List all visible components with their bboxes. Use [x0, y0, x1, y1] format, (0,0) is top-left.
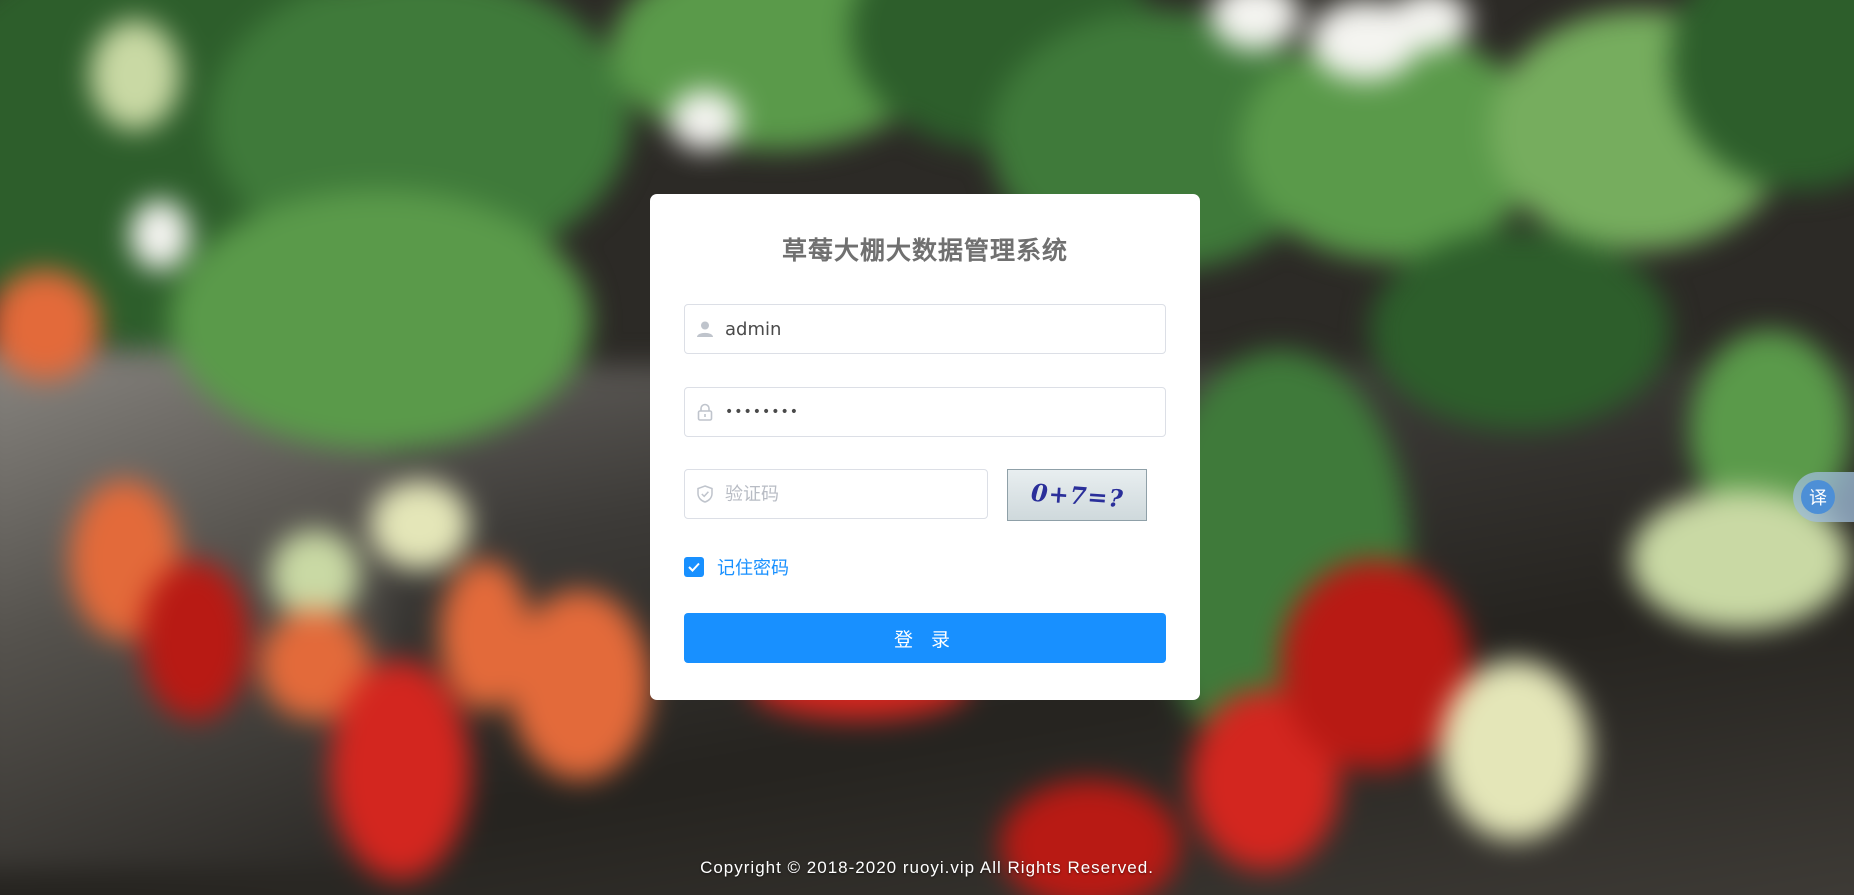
captcha-field[interactable]: [684, 469, 988, 519]
password-field[interactable]: [684, 387, 1166, 437]
checkbox-checked-icon: [684, 557, 704, 577]
remember-password-checkbox[interactable]: 记住密码: [684, 554, 789, 580]
login-title: 草莓大棚大数据管理系统: [781, 236, 1068, 265]
shield-check-icon: [685, 470, 725, 518]
username-field[interactable]: [684, 304, 1166, 354]
login-page: 草莓大棚大数据管理系统 admin •••••••• 验证码 0+7=? 记住密…: [0, 0, 1854, 895]
captcha-input[interactable]: [725, 471, 987, 517]
password-input[interactable]: [725, 389, 1165, 435]
translate-button[interactable]: 译: [1793, 472, 1854, 522]
translate-icon: 译: [1801, 480, 1835, 514]
lock-icon: [685, 388, 725, 436]
captcha-image[interactable]: 0+7=?: [1007, 469, 1147, 521]
login-button[interactable]: 登 录: [684, 613, 1166, 663]
remember-password-label: 记住密码: [717, 558, 789, 579]
copyright-footer: Copyright © 2018-2020 ruoyi.vip All Righ…: [700, 858, 1154, 877]
user-icon: [685, 305, 725, 353]
login-form: 草莓大棚大数据管理系统 admin •••••••• 验证码 0+7=? 记住密…: [650, 194, 1200, 700]
username-input[interactable]: [725, 306, 1165, 352]
captcha-text: 0+7=?: [1029, 477, 1125, 513]
